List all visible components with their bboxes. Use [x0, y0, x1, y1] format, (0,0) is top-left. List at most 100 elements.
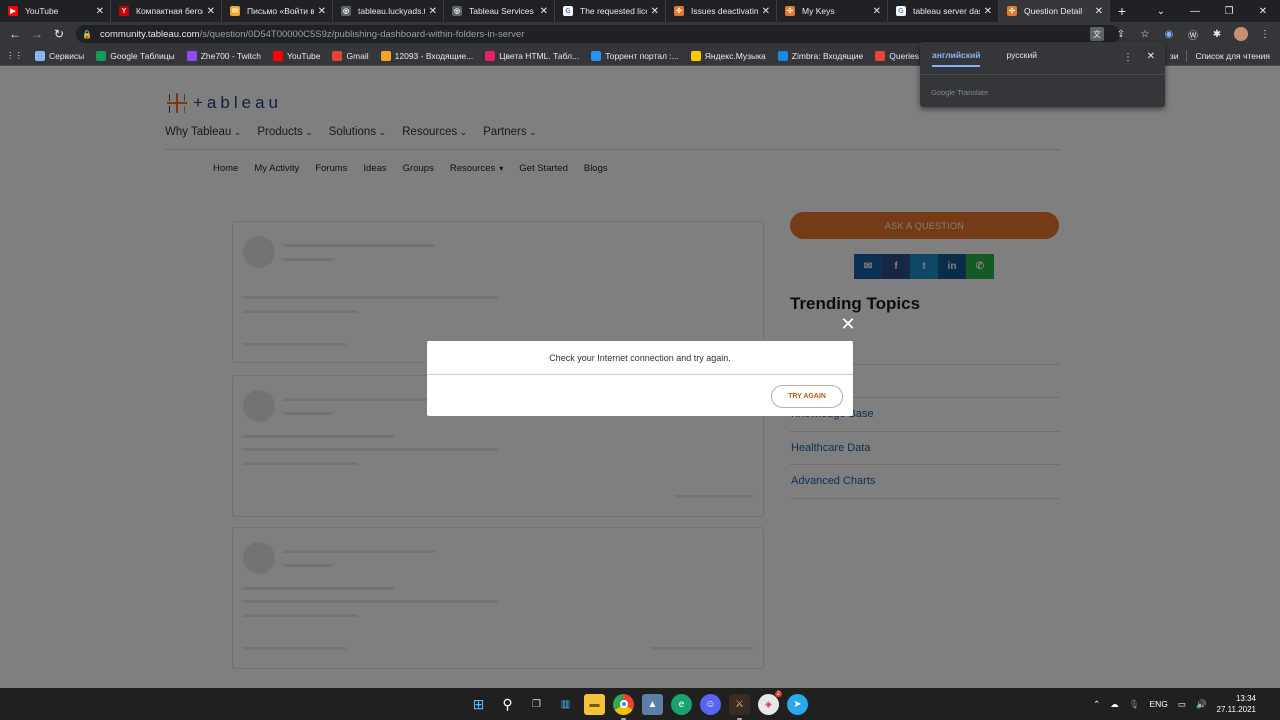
bookmark-favicon-icon	[332, 50, 343, 61]
bookmark-label: 12093 - Входящие...	[394, 50, 474, 61]
volume-icon[interactable]: 🔊	[1196, 699, 1207, 710]
minimize-icon[interactable]: —	[1178, 6, 1212, 17]
notification-badge: 2	[774, 690, 782, 697]
tab-title: My Keys	[802, 6, 835, 16]
microphone-icon[interactable]: 🎙	[1129, 699, 1140, 710]
tab-close-icon[interactable]: ✕	[96, 6, 104, 17]
discord-icon[interactable]: ☺	[700, 693, 721, 715]
search-icon[interactable]: ⚲	[497, 694, 518, 715]
lock-icon[interactable]: 🔒	[82, 30, 92, 39]
network-icon[interactable]: ▭	[1178, 699, 1186, 710]
chat-app-icon[interactable]: ◈ 2	[758, 690, 782, 715]
bookmark-favicon-icon	[380, 50, 391, 61]
bookmark-item[interactable]: Цвета HTML. Табл...	[485, 50, 580, 61]
apps-grid-icon[interactable]: ⋮⋮	[6, 50, 23, 61]
bookmark-item[interactable]: Zhe700 - Twitch	[186, 50, 261, 61]
browser-tab[interactable]: G The requested lice ✕	[555, 0, 666, 22]
tab-favicon-icon: ◎	[341, 6, 351, 16]
translate-menu-icon[interactable]: ⋮	[1123, 52, 1133, 63]
telegram-icon[interactable]: ➤	[787, 693, 808, 715]
close-icon[interactable]: ✕	[840, 315, 856, 333]
file-explorer-icon[interactable]: ▬	[584, 693, 605, 715]
game-app-icon[interactable]: ⚔	[729, 693, 750, 720]
address-bar[interactable]: 🔒 community.tableau.com/s/question/0D54T…	[76, 25, 1120, 43]
tab-close-icon[interactable]: ✕	[762, 6, 770, 17]
tab-close-icon[interactable]: ✕	[429, 6, 437, 17]
browser-tab[interactable]: Gtableau server das ✕	[888, 0, 999, 22]
profile-avatar[interactable]	[1234, 27, 1248, 41]
start-icon[interactable]: ⊞	[468, 694, 489, 715]
browser-tab[interactable]: Y Компактная беговая ✕	[111, 0, 222, 22]
bookmark-label: Торрент портал :...	[605, 50, 679, 61]
bookmark-label: Queries	[889, 50, 920, 61]
translate-lang-target[interactable]: русский	[1006, 50, 1037, 67]
bookmark-favicon-icon	[485, 50, 496, 61]
try-again-button[interactable]: TRY AGAIN	[771, 385, 843, 408]
onedrive-icon[interactable]: ☁	[1110, 699, 1119, 710]
browser-tab[interactable]: ✣ Question Detail ✕	[999, 0, 1110, 22]
clock-time: 13:34	[1235, 694, 1256, 703]
extension-w-icon[interactable]: Ⓦ	[1186, 27, 1200, 42]
browser-tab[interactable]: ◎ Tableau Services M ✕	[444, 0, 555, 22]
bookmark-label: YouTube	[287, 50, 321, 61]
bookmark-item[interactable]: Яндекс.Музыка	[690, 50, 766, 61]
url-host: community.tableau.com	[99, 28, 200, 40]
tab-close-icon[interactable]: ✕	[318, 6, 326, 17]
reload-icon[interactable]: ↻	[48, 27, 70, 41]
clock[interactable]: 13:34 27.11.2021	[1217, 693, 1256, 715]
edge-icon[interactable]: e	[671, 693, 692, 715]
tab-close-icon[interactable]: ✕	[873, 6, 881, 17]
bookmark-overflow-label: зи	[1169, 51, 1179, 61]
browser-tab[interactable]: ▶ YouTube ✕	[0, 0, 111, 22]
photos-icon[interactable]: ▲	[642, 693, 663, 715]
translate-lang-source[interactable]: английский	[932, 50, 981, 67]
restore-icon[interactable]: ❐	[1212, 6, 1246, 17]
close-window-icon[interactable]: ✕	[1246, 6, 1280, 17]
tab-title: Компактная беговая	[136, 6, 203, 16]
tab-search-icon[interactable]: ⌄	[1144, 6, 1178, 17]
window-controls: ⌄ — ❐ ✕	[1144, 0, 1280, 22]
translate-close-icon[interactable]: ✕	[1147, 51, 1155, 62]
bookmark-star-icon[interactable]: ☆	[1138, 27, 1152, 41]
tab-favicon-icon: G	[896, 6, 906, 16]
extension-icon[interactable]: ◉	[1162, 27, 1176, 41]
tab-close-icon[interactable]: ✕	[207, 6, 215, 17]
share-page-icon[interactable]: ⇪	[1114, 27, 1128, 41]
extensions-puzzle-icon[interactable]: ✱	[1210, 27, 1224, 41]
bookmarks-separator	[1186, 50, 1188, 62]
menu-icon[interactable]: ⋮	[1258, 27, 1272, 41]
tab-close-icon[interactable]: ✕	[651, 6, 659, 17]
bookmark-item[interactable]: Торрент портал :...	[591, 50, 679, 61]
bookmark-label: Цвета HTML. Табл...	[499, 50, 580, 61]
bookmark-label: Gmail	[346, 50, 369, 61]
bookmark-item[interactable]: Zimbra: Входящие	[777, 50, 864, 61]
bookmark-label: Zimbra: Входящие	[791, 50, 864, 61]
bookmark-item[interactable]: Gmail	[332, 50, 369, 61]
tab-close-icon[interactable]: ✕	[540, 6, 548, 17]
tray-overflow-icon[interactable]: ⌃	[1093, 699, 1100, 710]
forward-icon[interactable]: →	[26, 27, 48, 41]
dialog-message: Check your Internet connection and try a…	[427, 341, 853, 375]
translate-icon[interactable]: 文	[1090, 27, 1104, 41]
bookmarks-right: зи Список для чтения	[1170, 46, 1270, 66]
browser-tab[interactable]: ✉ Письмо «Войти в ✕	[222, 0, 333, 22]
bookmark-item[interactable]: 12093 - Входящие...	[380, 50, 474, 61]
reading-list-button[interactable]: Список для чтения	[1195, 51, 1270, 61]
chrome-icon[interactable]	[613, 693, 634, 720]
back-icon[interactable]: ←	[4, 27, 26, 41]
tab-close-icon[interactable]: ✕	[1095, 6, 1103, 17]
bookmark-item[interactable]: Queries	[875, 50, 920, 61]
bookmark-item[interactable]: Сервисы	[35, 50, 84, 61]
widgets-icon[interactable]: ▥	[555, 694, 576, 715]
tab-title: Tableau Services M	[469, 6, 536, 16]
language-indicator[interactable]: ENG	[1150, 699, 1168, 709]
browser-tab[interactable]: ◎ tableau.luckyads.t ✕	[333, 0, 444, 22]
task-view-icon[interactable]: ❐	[526, 694, 547, 715]
tab-close-icon[interactable]: ✕	[984, 6, 992, 17]
bookmark-item[interactable]: YouTube	[273, 50, 321, 61]
browser-tab[interactable]: ✣ My Keys ✕	[777, 0, 888, 22]
new-tab-icon[interactable]: +	[1110, 0, 1134, 22]
tab-title: tableau server das	[913, 6, 980, 16]
bookmark-item[interactable]: Google Таблицы	[96, 50, 175, 61]
browser-tab[interactable]: ✣ Issues deactivating ✕	[666, 0, 777, 22]
